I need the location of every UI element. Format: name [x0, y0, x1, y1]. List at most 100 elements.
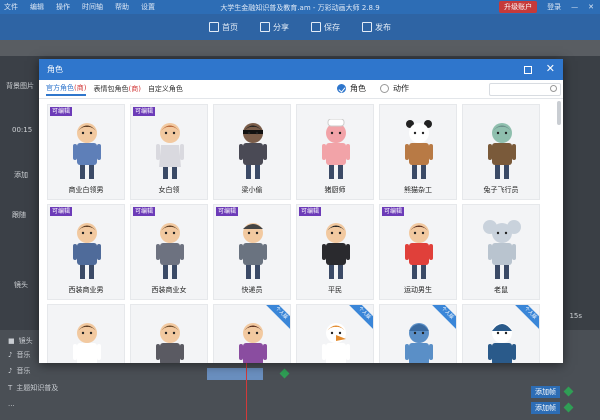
timeline-duration: 15s [569, 312, 582, 320]
upgrade-button[interactable]: 升级账户 [499, 1, 538, 13]
app-titlebar: 文件 编辑 操作 时间轴 帮助 设置 大学生金融知识普及教育.am - 万彩动画大师 2.… [0, 0, 600, 14]
scene-camera[interactable]: 镜头 [14, 280, 28, 290]
character-card[interactable]: 可编辑西装商业男 [47, 204, 125, 300]
character-card[interactable]: 个人版 [296, 304, 374, 363]
character-name: 西装商业男 [68, 286, 104, 294]
editable-badge: 可编辑 [50, 107, 73, 116]
app-subbar [0, 40, 600, 56]
timeline-row: T 主题知识普及 [8, 384, 59, 392]
add-frame-button-2[interactable]: 添加帧 [531, 402, 560, 414]
character-card[interactable]: 可编辑平民 [296, 204, 374, 300]
character-card[interactable]: 梁小偷 [213, 104, 291, 200]
editable-badge: 可编辑 [133, 207, 156, 216]
character-card[interactable]: 可编辑 快递员 [213, 204, 291, 300]
character-card[interactable]: 个人版 [379, 304, 457, 363]
character-card[interactable]: 可编辑 西装商业女 [130, 204, 208, 300]
character-card[interactable]: 个人版 [213, 304, 291, 363]
search-input[interactable] [489, 83, 561, 96]
maximize-icon[interactable] [523, 66, 532, 74]
scene-label: 背景图片 [6, 82, 34, 90]
scene-add[interactable]: 添加 [14, 170, 28, 180]
editable-badge: 可编辑 [216, 207, 239, 216]
character-figure [239, 223, 267, 279]
timeline-row: ♪ 音乐 [8, 367, 31, 375]
character-dialog: 角色 ✕ 官方角色(商) 表情包角色(商) 自定义角色 角色 动作 可编辑商业白… [39, 59, 563, 363]
character-card[interactable]: 猪厨师 [296, 104, 374, 200]
publish-icon [362, 22, 372, 32]
character-figure [73, 123, 101, 179]
character-figure [488, 123, 516, 179]
character-figure [405, 120, 433, 179]
character-name: 运动男生 [404, 286, 432, 294]
timeline-row: ... [8, 400, 15, 408]
editable-badge: 可编辑 [382, 207, 405, 216]
character-card[interactable] [47, 304, 125, 363]
app-toolbar: 首页 分享 保存 发布 [0, 14, 600, 40]
character-name: 老鼠 [494, 286, 508, 294]
character-figure [239, 123, 267, 179]
editable-badge: 可编辑 [133, 107, 156, 116]
character-figure [73, 323, 101, 363]
character-figure [322, 223, 350, 279]
character-card[interactable]: 可编辑女白领 [130, 104, 208, 200]
character-figure [322, 323, 350, 363]
music-icon: ♪ [8, 367, 13, 375]
character-figure [73, 223, 101, 279]
character-figure [483, 220, 521, 279]
text-icon: T [8, 384, 13, 392]
radio-checked-icon [337, 84, 346, 93]
character-card[interactable]: 老鼠 [462, 204, 540, 300]
music-icon: ♪ [8, 351, 13, 359]
character-name: 熊猫杂工 [404, 186, 432, 194]
character-name: 梁小偷 [241, 186, 263, 194]
dialog-title: 角色 [47, 65, 63, 74]
mode-radio-group: 角色 动作 [337, 83, 409, 94]
tab-official-characters[interactable]: 官方角色(商) [46, 83, 87, 96]
character-card[interactable]: 兔子飞行员 [462, 104, 540, 200]
character-card[interactable] [130, 304, 208, 363]
home-icon [209, 22, 219, 32]
save-icon [311, 22, 321, 32]
timeline-row: ■ 镜头 [8, 337, 33, 345]
character-figure [239, 323, 267, 363]
character-figure [405, 223, 433, 279]
character-card[interactable]: 个人版 [462, 304, 540, 363]
character-figure [156, 223, 184, 279]
tab-emoji-characters[interactable]: 表情包角色(商) [93, 84, 140, 94]
minimize-icon[interactable]: — [571, 3, 578, 11]
close-icon[interactable]: ✕ [546, 63, 555, 75]
scene-follow: 跟随 [12, 211, 26, 219]
tab-custom-characters[interactable]: 自定义角色 [148, 84, 183, 94]
audio-clip[interactable] [207, 368, 263, 380]
toolbar-home-button[interactable]: 首页 [209, 22, 238, 33]
scrollbar[interactable] [557, 101, 561, 125]
radio-role[interactable]: 角色 [337, 83, 366, 94]
radio-action[interactable]: 动作 [380, 83, 409, 94]
editable-badge: 可编辑 [299, 207, 322, 216]
character-figure [156, 123, 184, 179]
character-card[interactable]: 可编辑运动男生 [379, 204, 457, 300]
character-name: 兔子飞行员 [483, 186, 519, 194]
dialog-header: 角色 ✕ [39, 59, 563, 80]
scene-time: 00:15 [12, 126, 33, 134]
playhead[interactable] [246, 355, 247, 420]
add-frame-button[interactable]: 添加帧 [531, 386, 560, 398]
character-card[interactable]: 可编辑商业白领男 [47, 104, 125, 200]
share-icon [260, 22, 270, 32]
character-name: 平民 [328, 286, 342, 294]
window-close-icon[interactable]: ✕ [588, 3, 594, 11]
toolbar-share-button[interactable]: 分享 [260, 22, 289, 33]
editable-badge: 可编辑 [50, 207, 73, 216]
character-name: 商业白领男 [68, 186, 104, 194]
character-grid: 可编辑 商业白领男 可编辑 女白领 梁小偷 猪厨师 熊猫杂工 兔子飞行员 可编辑 西装商业男 可编辑… [47, 104, 547, 363]
character-card[interactable]: 熊猫杂工 [379, 104, 457, 200]
toolbar-publish-button[interactable]: 发布 [362, 22, 391, 33]
login-link[interactable]: 登录 [547, 2, 561, 12]
camera-icon: ■ [8, 337, 15, 345]
character-figure [322, 119, 350, 179]
character-figure [156, 323, 184, 363]
toolbar-save-button[interactable]: 保存 [311, 22, 340, 33]
radio-unchecked-icon [380, 84, 389, 93]
character-name: 女白领 [158, 186, 180, 194]
timeline-row: ♪ 音乐 [8, 351, 31, 359]
